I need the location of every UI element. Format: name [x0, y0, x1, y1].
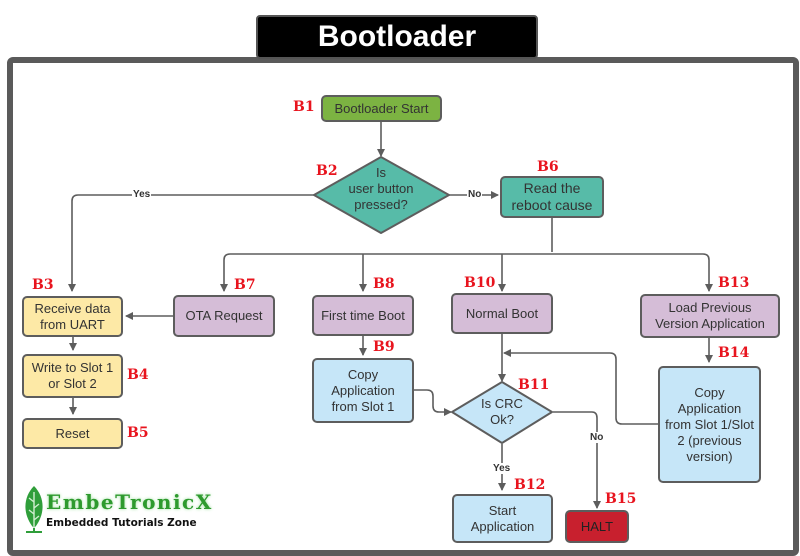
- decision-b2-line-3: pressed?: [354, 197, 408, 212]
- node-receive-uart: Receive data from UART: [22, 296, 123, 337]
- tag-b2: B2: [316, 163, 338, 179]
- edge-label-b2-no: No: [467, 189, 483, 200]
- tag-b9: B9: [373, 339, 395, 355]
- node-write-slot: Write to Slot 1 or Slot 2: [22, 354, 123, 398]
- decision-b2-line-1: Is: [375, 165, 387, 180]
- node-first-time-boot: First time Boot: [312, 295, 414, 336]
- node-copy-app-slot1: Copy Application from Slot 1: [312, 358, 414, 423]
- decision-b2-line-2: user button: [348, 181, 414, 196]
- edge-bus-left: [220, 253, 231, 292]
- node-bootloader-start: Bootloader Start: [321, 95, 442, 122]
- tag-b3: B3: [32, 277, 54, 293]
- tag-b6: B6: [537, 159, 559, 175]
- node-halt: HALT: [565, 510, 629, 543]
- edge-label-b11-yes: Yes: [492, 463, 512, 474]
- node-reset: Reset: [22, 418, 123, 449]
- decision-b2-text: Is user button pressed?: [331, 165, 431, 213]
- tag-b8: B8: [373, 276, 395, 292]
- logo-tagline: Embedded Tutorials Zone: [46, 517, 197, 529]
- decision-b11-text: Is CRC Ok?: [472, 396, 532, 428]
- logo-brand-name: EmbeTronicX: [46, 490, 213, 514]
- decision-b11-line-1: Is CRC: [481, 396, 523, 411]
- edge-label-b2-yes: Yes: [132, 189, 152, 200]
- node-start-application: Start Application: [452, 494, 553, 543]
- node-ota-request: OTA Request: [173, 295, 275, 337]
- edge-b9-b11: [414, 389, 452, 416]
- edge-b11-b15-no: [553, 411, 601, 509]
- edge-bus: [230, 253, 710, 261]
- node-copy-app-prev: Copy Application from Slot 1/Slot 2 (pre…: [658, 366, 761, 483]
- embetronicx-logo: EmbeTronicX Embedded Tutorials Zone: [22, 484, 222, 540]
- node-read-reboot-cause: Read the reboot cause: [500, 176, 604, 218]
- tag-b5: B5: [127, 425, 149, 441]
- tag-b14: B14: [718, 345, 750, 361]
- edge-label-b11-no: No: [589, 432, 605, 443]
- tag-b11: B11: [518, 377, 550, 393]
- tag-b13: B13: [718, 275, 750, 291]
- tag-b4: B4: [127, 367, 149, 383]
- tag-b10: B10: [464, 275, 496, 291]
- edge-b2-b3-yes: [68, 194, 314, 292]
- node-load-previous: Load Previous Version Application: [640, 294, 780, 338]
- node-normal-boot: Normal Boot: [451, 293, 553, 334]
- tag-b15: B15: [605, 491, 637, 507]
- tag-b7: B7: [234, 277, 256, 293]
- tag-b12: B12: [514, 477, 546, 493]
- decision-b11-line-2: Ok?: [490, 412, 514, 427]
- leaf-circuit-icon: [25, 486, 43, 533]
- tag-b1: B1: [293, 99, 315, 115]
